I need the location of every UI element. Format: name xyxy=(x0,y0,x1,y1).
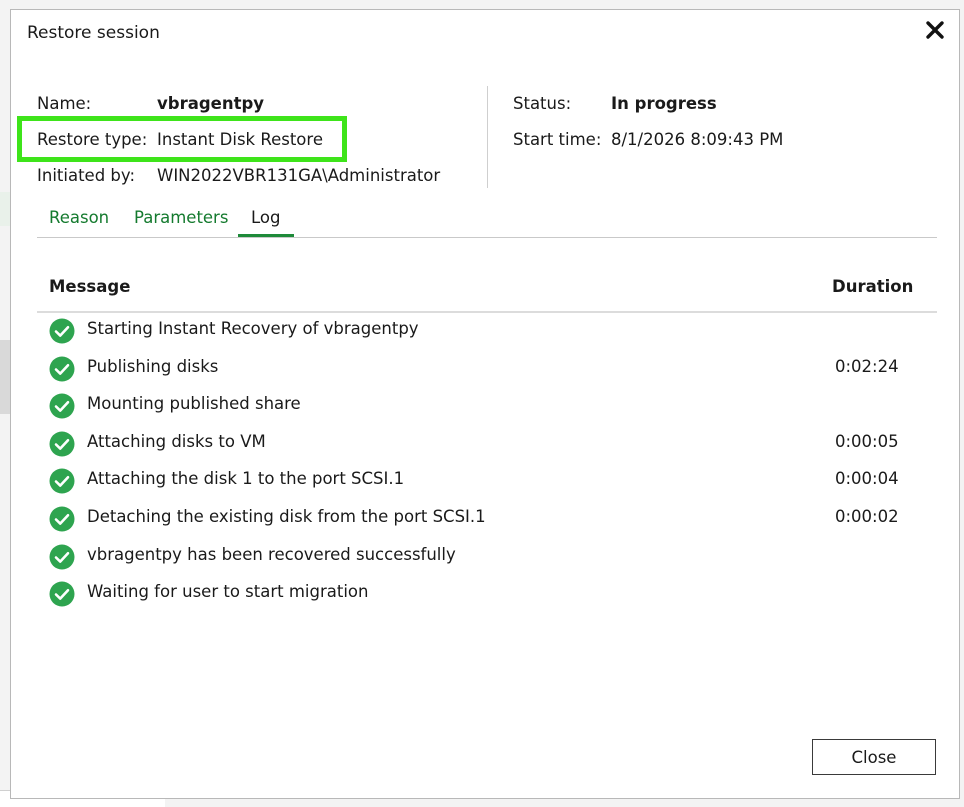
start-time-label: Start time: xyxy=(513,130,602,149)
restore-type-label: Restore type: xyxy=(37,130,148,149)
initiated-by-label: Initiated by: xyxy=(37,166,136,185)
background-panel xyxy=(0,340,10,414)
status-value: In progress xyxy=(611,94,717,113)
log-row[interactable]: Starting Instant Recovery of vbragentpy xyxy=(37,314,937,350)
success-check-icon xyxy=(49,318,75,344)
log-message: vbragentpy has been recovered successful… xyxy=(87,545,456,564)
status-label: Status: xyxy=(513,94,572,113)
restore-session-dialog: Restore session Name: vbragentpy Restore… xyxy=(10,9,960,799)
log-message: Detaching the existing disk from the por… xyxy=(87,507,486,526)
log-duration: 0:00:02 xyxy=(835,507,899,526)
log-message: Mounting published share xyxy=(87,394,301,413)
log-duration: 0:00:05 xyxy=(835,432,899,451)
log-message: Attaching the disk 1 to the port SCSI.1 xyxy=(87,469,405,488)
success-check-icon xyxy=(49,544,75,570)
log-duration: 0:00:04 xyxy=(835,469,899,488)
success-check-icon xyxy=(49,581,75,607)
tab-parameters[interactable]: Parameters xyxy=(134,208,228,227)
log-message: Publishing disks xyxy=(87,357,219,376)
success-check-icon xyxy=(49,431,75,457)
success-check-icon xyxy=(49,393,75,419)
tabs-divider xyxy=(37,237,937,238)
initiated-by-value: WIN2022VBR131GA\Administrator xyxy=(157,166,441,185)
restore-type-value: Instant Disk Restore xyxy=(157,130,323,149)
name-label: Name: xyxy=(37,94,92,113)
log-row[interactable]: Waiting for user to start migration xyxy=(37,577,937,613)
summary-divider xyxy=(487,86,488,188)
log-row[interactable]: Attaching disks to VM 0:00:05 xyxy=(37,427,937,463)
success-check-icon xyxy=(49,356,75,382)
log-row[interactable]: Attaching the disk 1 to the port SCSI.1 0… xyxy=(37,464,937,500)
name-value: vbragentpy xyxy=(157,94,265,113)
success-check-icon xyxy=(49,506,75,532)
log-row[interactable]: Detaching the existing disk from the por… xyxy=(37,502,937,538)
log-message: Attaching disks to VM xyxy=(87,432,266,451)
log-message: Waiting for user to start migration xyxy=(87,582,369,601)
tab-reason[interactable]: Reason xyxy=(49,208,109,227)
column-header-duration[interactable]: Duration xyxy=(832,277,913,296)
success-check-icon xyxy=(49,468,75,494)
start-time-value: 8/1/2026 8:09:43 PM xyxy=(611,130,784,149)
dialog-titlebar: Restore session xyxy=(11,10,959,56)
table-header-divider xyxy=(37,311,937,313)
column-header-message[interactable]: Message xyxy=(49,277,130,296)
tab-log[interactable]: Log xyxy=(251,208,280,227)
log-message: Starting Instant Recovery of vbragentpy xyxy=(87,319,419,338)
dialog-title: Restore session xyxy=(27,23,160,43)
close-button[interactable]: Close xyxy=(812,739,936,775)
log-row[interactable]: Publishing disks 0:02:24 xyxy=(37,352,937,388)
close-icon[interactable] xyxy=(923,18,947,42)
log-row[interactable]: vbragentpy has been recovered successful… xyxy=(37,540,937,576)
log-duration: 0:02:24 xyxy=(835,357,899,376)
background-panel xyxy=(0,192,10,226)
log-row[interactable]: Mounting published share xyxy=(37,389,937,425)
